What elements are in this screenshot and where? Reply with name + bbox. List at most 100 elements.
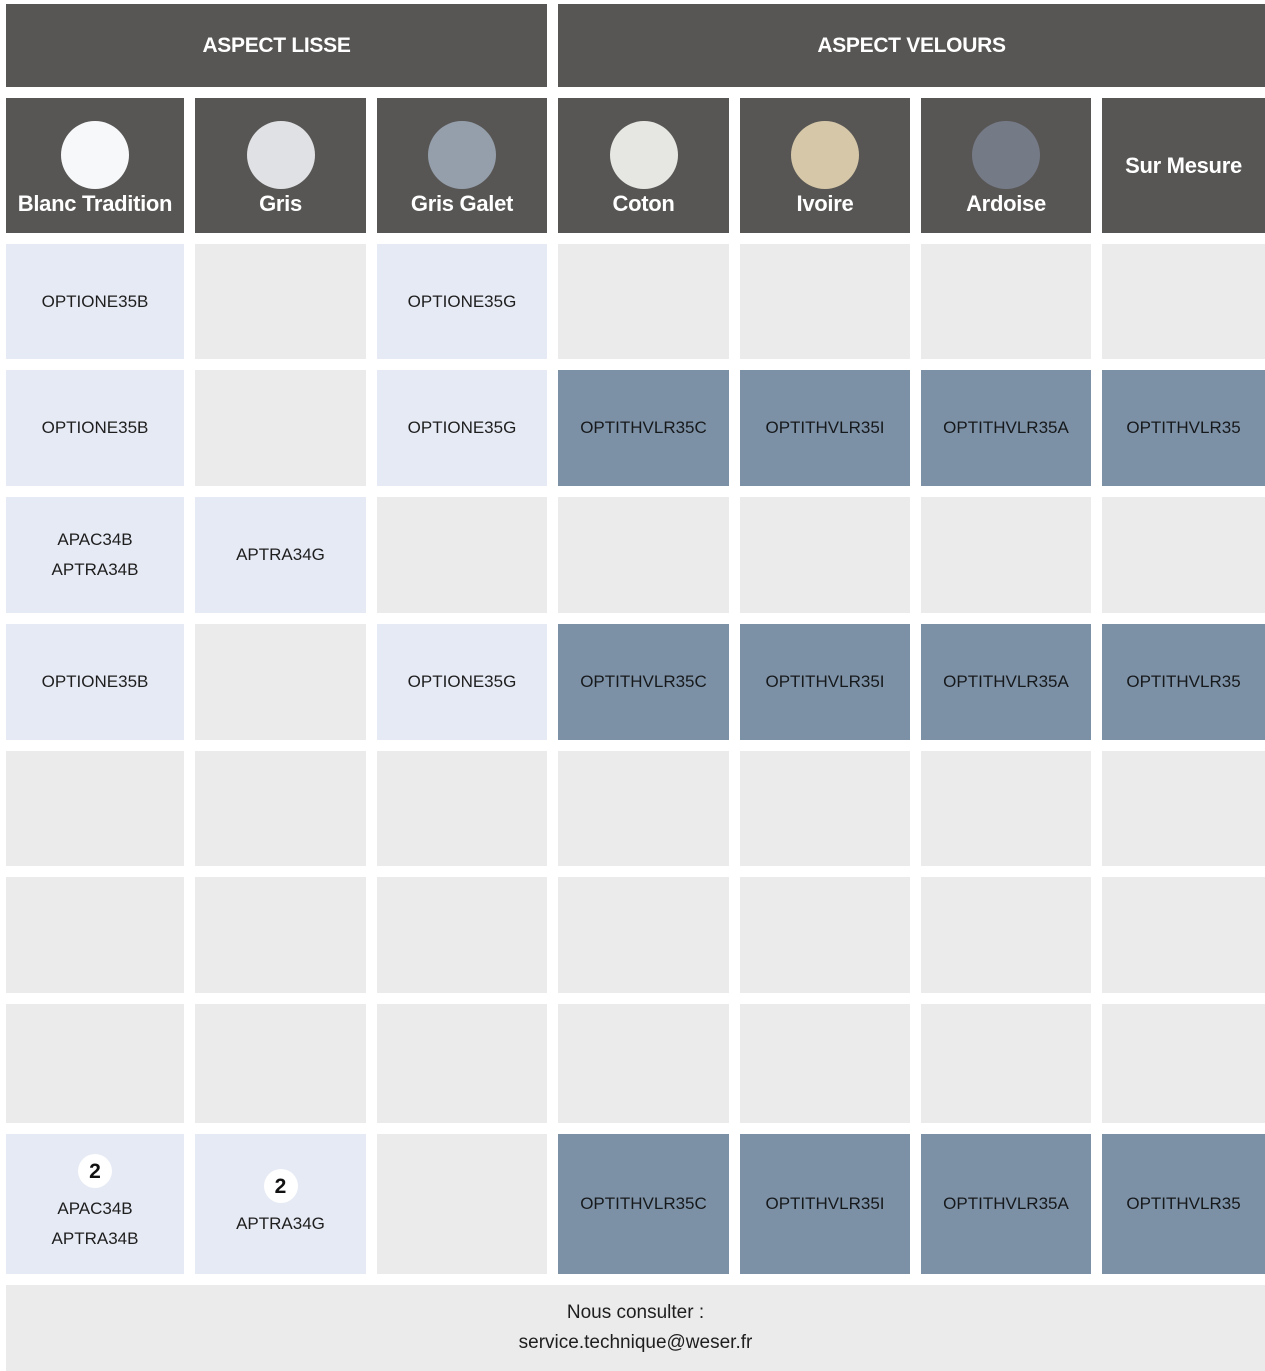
- column-header-3: Coton: [558, 98, 729, 233]
- reference-code: OPTIONE35B: [41, 672, 149, 691]
- table-cell: OPTITHVLR35A: [921, 624, 1091, 740]
- table-cell: OPTITHVLR35A: [921, 1134, 1091, 1274]
- reference-code: APTRA34B: [51, 560, 139, 579]
- reference-code: OPTITHVLR35C: [580, 418, 707, 437]
- table-cell: APAC34B APTRA34B: [6, 497, 184, 613]
- table-cell: [195, 624, 366, 740]
- column-header-6: Sur Mesure: [1102, 98, 1265, 233]
- table-cell: [377, 877, 547, 993]
- ivory-swatch: [791, 121, 859, 189]
- table-cell: 2 APAC34B APTRA34B: [6, 1134, 184, 1274]
- note-badge: 2: [78, 1154, 112, 1188]
- table-cell: [1102, 244, 1265, 359]
- table-cell: [377, 751, 547, 866]
- reference-code: OPTITHVLR35: [1126, 1194, 1241, 1213]
- table-cell: [1102, 1004, 1265, 1123]
- table-cell: OPTIONE35B: [6, 370, 184, 486]
- table-cell: [921, 497, 1091, 613]
- table-cell: OPTITHVLR35: [1102, 624, 1265, 740]
- footer-contact: Nous consulter : service.technique@weser…: [6, 1285, 1265, 1371]
- table-cell: [377, 1134, 547, 1274]
- table-cell: OPTITHVLR35: [1102, 1134, 1265, 1274]
- table-cell: [558, 877, 729, 993]
- table-cell: OPTITHVLR35C: [558, 624, 729, 740]
- reference-code: APTRA34G: [236, 1214, 325, 1233]
- table-cell: [558, 751, 729, 866]
- reference-code: OPTIONE35B: [41, 291, 149, 311]
- reference-code: OPTITHVLR35: [1126, 418, 1241, 437]
- table-cell: [195, 1004, 366, 1123]
- table-cell: OPTIONE35G: [377, 624, 547, 740]
- column-label: Ivoire: [796, 191, 854, 216]
- footer-email[interactable]: service.technique@weser.fr: [519, 1328, 753, 1358]
- reference-code: OPTIONE35G: [407, 672, 517, 691]
- column-label: Gris: [259, 191, 302, 216]
- table-cell: [740, 1004, 910, 1123]
- pebble-grey-swatch: [428, 121, 496, 189]
- column-label: Coton: [612, 191, 675, 216]
- column-header-4: Ivoire: [740, 98, 910, 233]
- table-cell: OPTIONE35B: [6, 244, 184, 359]
- table-cell: [740, 751, 910, 866]
- table-cell: [377, 1004, 547, 1123]
- table-cell: [195, 370, 366, 486]
- table-cell: [921, 751, 1091, 866]
- table-cell: OPTITHVLR35C: [558, 1134, 729, 1274]
- table-cell: [558, 1004, 729, 1123]
- table-cell: OPTITHVLR35I: [740, 1134, 910, 1274]
- table-cell: [558, 497, 729, 613]
- reference-code: OPTITHVLR35C: [580, 672, 707, 691]
- reference-code: OPTITHVLR35A: [943, 672, 1069, 691]
- light-grey-swatch: [246, 121, 315, 189]
- column-header-0: Blanc Tradition: [6, 98, 184, 233]
- column-label: Blanc Tradition: [17, 191, 173, 216]
- reference-code: APTRA34G: [236, 545, 325, 564]
- table-cell: OPTITHVLR35C: [558, 370, 729, 486]
- reference-code: APTRA34B: [51, 1229, 139, 1248]
- reference-code: OPTIONE35G: [407, 418, 517, 437]
- table-cell: [1102, 497, 1265, 613]
- cotton-swatch: [609, 121, 678, 189]
- column-header-2: Gris Galet: [377, 98, 547, 233]
- table-cell: OPTITHVLR35I: [740, 370, 910, 486]
- table-cell: OPTIONE35G: [377, 370, 547, 486]
- group-header-velvet: ASPECT VELOURS: [558, 4, 1265, 87]
- table-cell: [6, 751, 184, 866]
- table-cell: OPTIONE35G: [377, 244, 547, 359]
- reference-code: OPTIONE35G: [407, 291, 517, 311]
- table-cell: [921, 1004, 1091, 1123]
- column-header-1: Gris: [195, 98, 366, 233]
- footer-label: Nous consulter :: [566, 1302, 705, 1323]
- table-cell: OPTITHVLR35: [1102, 370, 1265, 486]
- column-label: Sur Mesure: [1125, 152, 1242, 178]
- column-label: Ardoise: [966, 191, 1046, 216]
- table-cell: [740, 877, 910, 993]
- table-cell: [1102, 751, 1265, 866]
- table-cell: [921, 244, 1091, 359]
- reference-code: OPTITHVLR35I: [765, 418, 885, 437]
- reference-code: OPTITHVLR35C: [580, 1194, 707, 1213]
- reference-code: OPTITHVLR35: [1126, 672, 1241, 691]
- group-header-smooth: ASPECT LISSE: [6, 4, 547, 87]
- table-cell: [195, 877, 366, 993]
- table-cell: [1102, 877, 1265, 993]
- note-badge: 2: [263, 1169, 298, 1203]
- white-swatch: [61, 121, 129, 189]
- table-cell: OPTITHVLR35I: [740, 624, 910, 740]
- table-cell: [740, 497, 910, 613]
- table-cell: OPTITHVLR35A: [921, 370, 1091, 486]
- reference-code: OPTITHVLR35A: [943, 418, 1069, 437]
- column-label: Gris Galet: [410, 191, 514, 216]
- reference-code: OPTITHVLR35I: [765, 1194, 885, 1213]
- table-cell: [377, 497, 547, 613]
- table-cell: APTRA34G: [195, 497, 366, 613]
- slate-swatch: [972, 121, 1040, 189]
- reference-code: APAC34B: [57, 530, 133, 549]
- table-cell: [740, 244, 910, 359]
- table-cell: OPTIONE35B: [6, 624, 184, 740]
- column-header-5: Ardoise: [921, 98, 1091, 233]
- reference-code: APAC34B: [57, 1199, 133, 1218]
- table-cell: [195, 751, 366, 866]
- table-cell: [6, 1004, 184, 1123]
- table-cell: 2 APTRA34G: [195, 1134, 366, 1274]
